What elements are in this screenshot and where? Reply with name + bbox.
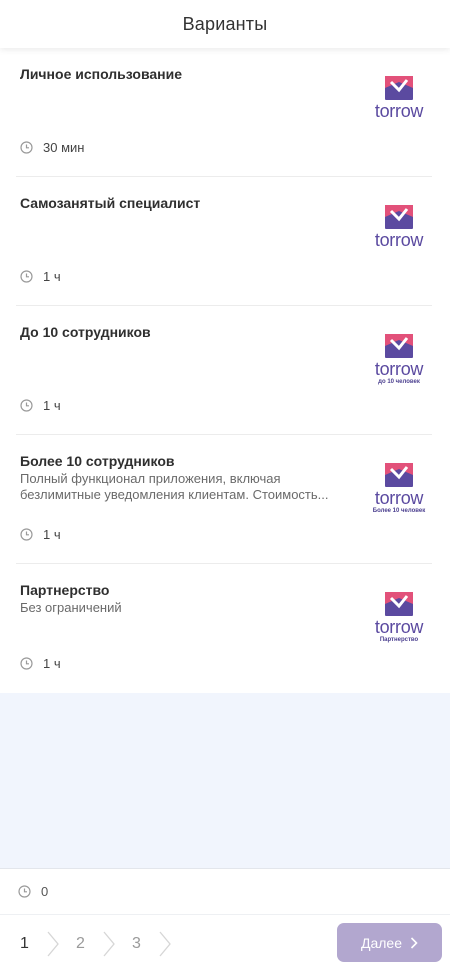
clock-icon	[20, 141, 33, 154]
option-card-partnership[interactable]: Партнерство Без ограничений 1 ч torrow П…	[16, 564, 432, 693]
duration-text: 30 мин	[43, 140, 85, 155]
torrow-logo: torrow Более 10 человек	[370, 463, 428, 527]
logo-word: torrow	[374, 230, 424, 250]
logo-word: torrow	[374, 101, 424, 121]
logo-word: torrow	[374, 617, 424, 637]
clock-icon	[20, 270, 33, 283]
step-2[interactable]: 2	[76, 935, 98, 953]
logo-subtitle: Партнерство	[379, 637, 419, 643]
total-duration-text: 0	[41, 884, 49, 899]
option-card-over-10[interactable]: Более 10 сотрудников Полный функционал п…	[16, 435, 432, 564]
option-description: Без ограничений	[20, 600, 122, 615]
logo-subtitle: до 10 человек	[378, 379, 420, 385]
step-indicator: 1 2 3	[20, 931, 188, 957]
torrow-logo: torrow до 10 человек	[370, 334, 428, 398]
duration-text: 1 ч	[43, 269, 61, 284]
option-card-personal[interactable]: Личное использование 30 мин torrow	[16, 48, 432, 177]
option-duration: 30 мин	[20, 140, 84, 155]
step-1[interactable]: 1	[20, 935, 42, 953]
header: Варианты	[0, 0, 450, 48]
chevron-right-icon	[410, 936, 418, 949]
options-list: Личное использование 30 мин torrow Самоз…	[0, 48, 450, 693]
option-title: Более 10 сотрудников	[20, 453, 175, 469]
duration-text: 1 ч	[43, 656, 61, 671]
next-button-label: Далее	[360, 934, 402, 951]
torrow-logo: torrow	[370, 205, 428, 269]
clock-icon	[20, 528, 33, 541]
option-duration: 1 ч	[20, 398, 61, 413]
logo-word: torrow	[374, 488, 424, 508]
total-duration-bar: 0	[0, 868, 450, 914]
option-title: Самозанятый специалист	[20, 195, 201, 211]
option-description: Полный функционал приложения, включая бе…	[20, 471, 329, 502]
page-title: Варианты	[182, 13, 268, 34]
option-card-self-employed[interactable]: Самозанятый специалист 1 ч torrow	[16, 177, 432, 306]
chevron-right-icon	[46, 931, 60, 957]
chevron-right-icon	[102, 931, 116, 957]
option-duration: 1 ч	[20, 656, 61, 671]
option-card-up-to-10[interactable]: До 10 сотрудников 1 ч torrow до 10 челов…	[16, 306, 432, 435]
logo-word: torrow	[374, 359, 424, 379]
option-duration: 1 ч	[20, 527, 61, 542]
logo-subtitle: Более 10 человек	[372, 508, 426, 514]
option-title: Партнерство	[20, 582, 110, 598]
clock-icon	[18, 885, 31, 898]
duration-text: 1 ч	[43, 398, 61, 413]
torrow-logo: torrow Партнерство	[370, 592, 428, 656]
wizard-footer: 1 2 3 Далее	[0, 914, 450, 968]
option-duration: 1 ч	[20, 269, 61, 284]
next-button[interactable]: Далее	[337, 923, 442, 962]
step-3[interactable]: 3	[132, 935, 154, 953]
option-title: Личное использование	[20, 66, 183, 82]
duration-text: 1 ч	[43, 527, 61, 542]
torrow-logo: torrow	[370, 76, 428, 140]
chevron-right-icon	[158, 931, 172, 957]
option-title: До 10 сотрудников	[20, 324, 151, 340]
clock-icon	[20, 657, 33, 670]
clock-icon	[20, 399, 33, 412]
